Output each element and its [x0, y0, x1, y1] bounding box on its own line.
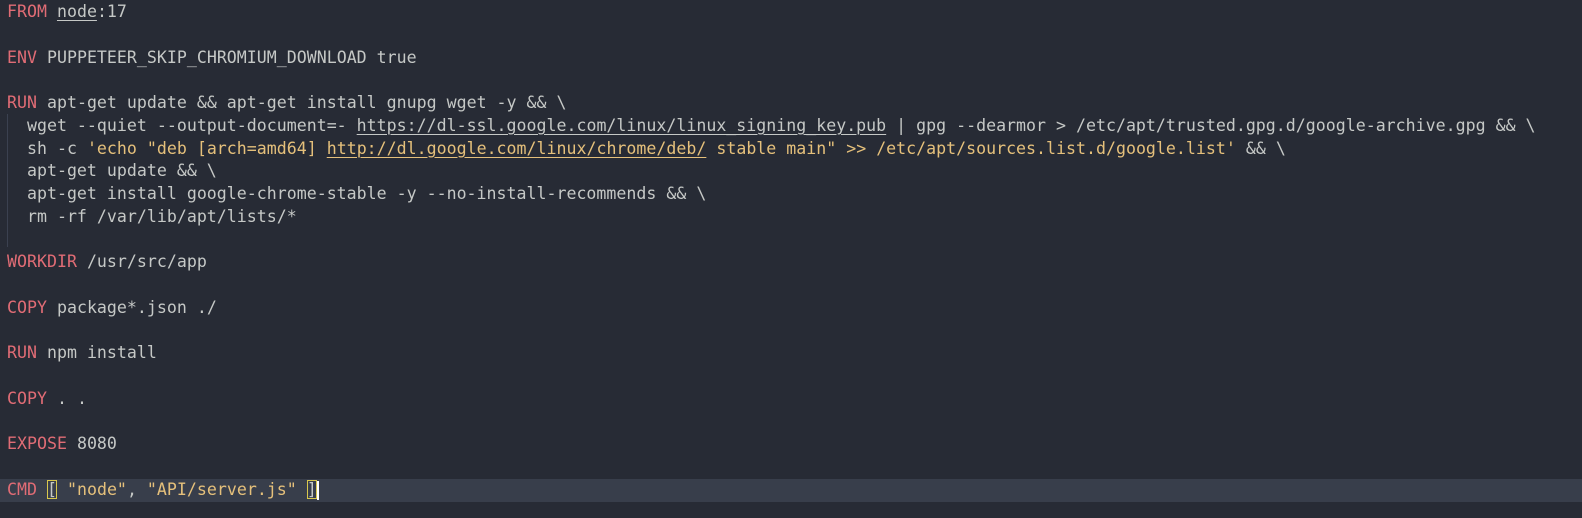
code-line-12[interactable]: WORKDIR /usr/src/app	[0, 251, 1582, 274]
code-line-17[interactable]	[0, 365, 1582, 388]
code-text: ,	[126, 479, 147, 499]
code-line-13[interactable]	[0, 274, 1582, 297]
image-name-link[interactable]: node	[57, 2, 97, 21]
code-line-1[interactable]: FROM node:17	[0, 1, 1582, 24]
code-line-19[interactable]	[0, 411, 1582, 434]
string-literal: 'echo "deb [arch=amd64]	[86, 138, 327, 158]
code-text: sh -c	[7, 138, 87, 158]
code-line-6[interactable]: wget --quiet --output-document=- https:/…	[0, 115, 1582, 138]
image-tag: :17	[96, 2, 127, 21]
code-line-7[interactable]: sh -c 'echo "deb [arch=amd64] http://dl.…	[0, 138, 1582, 161]
code-line-14[interactable]: COPY package*.json ./	[0, 297, 1582, 320]
string-literal: "API/server.js"	[146, 479, 297, 499]
code-text: apt-get update && \	[7, 161, 217, 181]
code-line-11[interactable]	[0, 229, 1582, 252]
run-command: apt-get update && apt-get install gnupg …	[46, 93, 567, 112]
chrome-repo-link[interactable]: http://dl.google.com/linux/chrome/deb/	[327, 139, 707, 158]
code-line-5[interactable]: RUN apt-get update && apt-get install gn…	[0, 92, 1582, 115]
keyword-env: ENV	[7, 47, 37, 67]
code-line-3[interactable]: ENV PUPPETEER_SKIP_CHROMIUM_DOWNLOAD tru…	[0, 47, 1582, 70]
env-value: PUPPETEER_SKIP_CHROMIUM_DOWNLOAD true	[46, 47, 417, 67]
workdir-path: /usr/src/app	[86, 252, 207, 272]
signing-key-link[interactable]: https://dl-ssl.google.com/linux/linux_si…	[357, 116, 887, 135]
keyword-workdir: WORKDIR	[7, 252, 77, 272]
run-command: npm install	[46, 343, 157, 363]
code-text: apt-get install google-chrome-stable -y …	[7, 184, 707, 203]
close-bracket-match: ]	[306, 479, 317, 499]
code-text: && \	[1235, 138, 1286, 158]
text-cursor	[316, 480, 319, 500]
code-text: rm -rf /var/lib/apt/lists/*	[7, 206, 297, 226]
code-line-22-current[interactable]: CMD [ "node", "API/server.js" ]	[0, 478, 1582, 502]
keyword-expose: EXPOSE	[7, 434, 67, 454]
exposed-port: 8080	[76, 434, 117, 454]
keyword-run: RUN	[7, 93, 37, 112]
keyword-cmd: CMD	[7, 479, 37, 499]
copy-args: . .	[56, 388, 87, 408]
code-text: | gpg --dearmor > /etc/apt/trusted.gpg.d…	[886, 115, 1536, 135]
keyword-from: FROM	[7, 2, 47, 21]
keyword-run: RUN	[7, 343, 37, 363]
code-line-2[interactable]	[0, 24, 1582, 47]
string-literal: stable main" >> /etc/apt/sources.list.d/…	[706, 138, 1236, 158]
keyword-copy: COPY	[7, 388, 47, 408]
code-line-18[interactable]: COPY . .	[0, 388, 1582, 411]
code-line-21[interactable]	[0, 456, 1582, 479]
code-line-9[interactable]: apt-get install google-chrome-stable -y …	[0, 183, 1582, 206]
code-line-8[interactable]: apt-get update && \	[0, 160, 1582, 183]
code-editor[interactable]: FROM node:17 ENV PUPPETEER_SKIP_CHROMIUM…	[0, 0, 1582, 518]
copy-args: package*.json ./	[56, 297, 217, 317]
string-literal: "node"	[66, 479, 127, 499]
code-line-16[interactable]: RUN npm install	[0, 342, 1582, 365]
code-line-10[interactable]: rm -rf /var/lib/apt/lists/*	[0, 206, 1582, 229]
keyword-copy: COPY	[7, 297, 47, 317]
code-line-15[interactable]	[0, 320, 1582, 343]
open-bracket-match: [	[46, 479, 57, 499]
code-line-20[interactable]: EXPOSE 8080	[0, 433, 1582, 456]
code-line-4[interactable]	[0, 69, 1582, 92]
code-text: wget --quiet --output-document=-	[7, 115, 357, 135]
